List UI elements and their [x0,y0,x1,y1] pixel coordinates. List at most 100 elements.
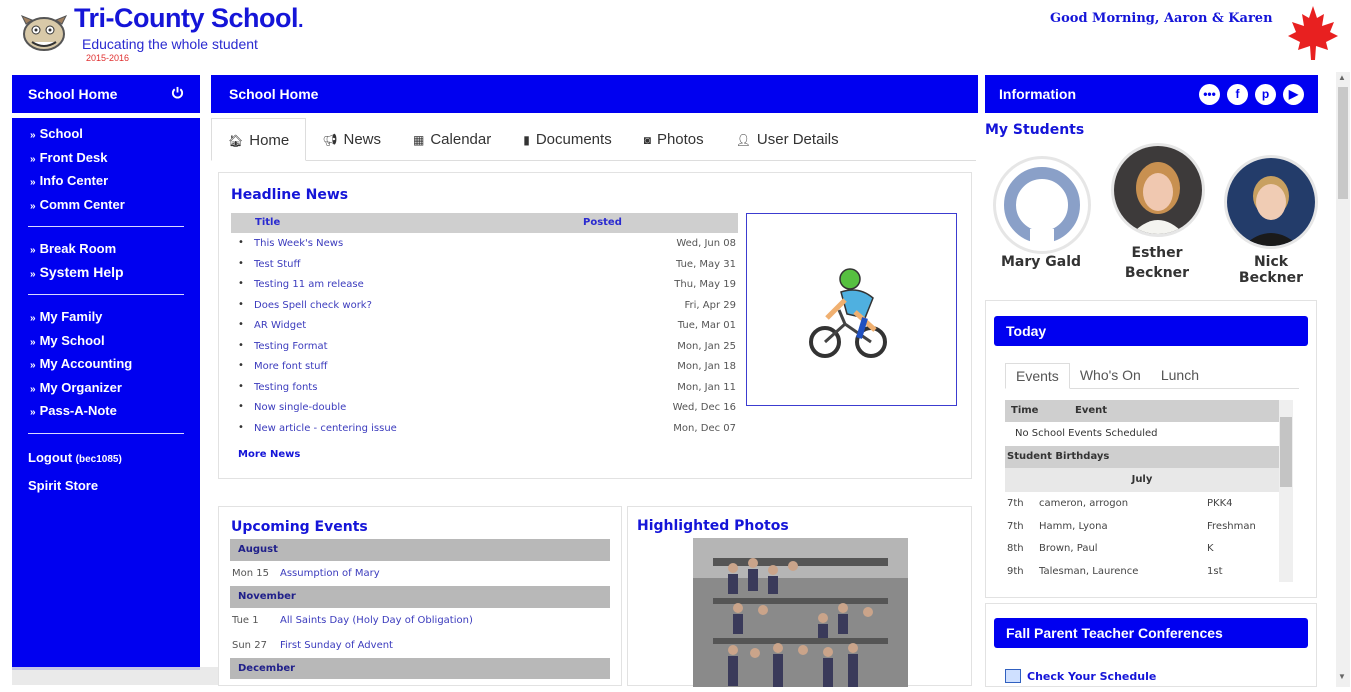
nav-my-accounting[interactable]: » My Accounting [12,352,200,376]
nav-front-desk[interactable]: » Front Desk [12,146,200,170]
no-events-text: No School Events Scheduled [1015,428,1158,439]
left-sidebar-header: School Home [12,75,200,113]
student-photo[interactable] [1111,143,1205,237]
news-item[interactable]: • Testing Format Mon, Jan 25 [238,337,736,358]
more-icon[interactable]: ••• [1199,83,1220,105]
news-col-posted: Posted [583,217,622,228]
information-header: Information ••• f p ▶ [985,75,1318,113]
nav-divider [28,432,184,434]
col-event: Event [1075,405,1108,416]
birthday-row: 7th cameron, arrogon PKK4 [1007,498,1233,509]
nav-my-school[interactable]: » My School [12,329,200,353]
student-name[interactable]: Esther Beckner [1107,243,1207,283]
tab-events[interactable]: Events [1005,363,1070,389]
event-month: November [230,586,610,608]
nav-my-organizer[interactable]: » My Organizer [12,376,200,400]
event-month: December [230,658,610,679]
nav-comm-center[interactable]: » Comm Center [12,193,200,217]
event-row[interactable]: Tue 1 All Saints Day (Holy Day of Obligat… [230,608,610,633]
student-name[interactable]: Mary Gald [991,254,1091,270]
tab-news[interactable]: 📢︎ News [306,118,397,161]
news-item[interactable]: • New article - centering issue Mon, Dec 0… [238,419,736,440]
highlighted-photo[interactable] [693,538,908,687]
events-list: August Mon 15 Assumption of Mary November… [230,539,610,679]
check-schedule-link[interactable]: Check Your Schedule [1005,669,1156,683]
news-item[interactable]: • AR Widget Tue, Mar 01 [238,316,736,337]
tab-photos[interactable]: ◙ Photos [628,118,720,161]
nav-break-room[interactable]: » Break Room [12,237,200,261]
tab-home[interactable]: 🏠︎ Home [211,118,307,161]
today-scroll-thumb[interactable] [1280,417,1292,487]
news-item[interactable]: • Testing fonts Mon, Jan 11 [238,378,736,399]
news-item[interactable]: • More font stuff Mon, Jan 18 [238,357,736,378]
today-table-header: Time Event [1005,400,1279,422]
page-scroll-thumb[interactable] [1338,87,1348,199]
event-month: August [230,539,610,561]
information-title: Information [999,86,1076,102]
scroll-down-arrow-icon[interactable]: ▼ [1338,672,1346,681]
school-logo[interactable] [18,6,70,58]
nav-divider [28,294,184,295]
calendar-icon [1005,669,1021,683]
home-icon: 🏠︎ [228,134,244,148]
upcoming-events-title: Upcoming Events [231,519,368,535]
student-avatar[interactable] [993,156,1091,254]
school-tagline: Educating the whole student [82,36,258,52]
student-photo[interactable] [1224,155,1318,249]
event-row[interactable]: Sun 27 First Sunday of Advent [230,633,610,658]
birthday-month: July [1005,468,1279,492]
highlighted-photos-title: Highlighted Photos [637,518,789,534]
news-item[interactable]: • Now single-double Wed, Dec 16 [238,398,736,419]
birthday-row: 8th Brown, Paul K [1007,543,1214,554]
logout-link[interactable]: Logout (bec1085) [12,444,200,472]
col-time: Time [1011,405,1039,416]
power-icon[interactable] [171,86,184,102]
news-item[interactable]: • Testing 11 am release Thu, May 19 [238,275,736,296]
nav-pass-a-note[interactable]: » Pass-A-Note [12,399,200,423]
birthdays-label: Student Birthdays [1005,446,1279,468]
news-image-cyclist[interactable] [746,213,957,406]
facebook-icon[interactable]: f [1227,83,1248,105]
school-year: 2015-2016 [86,53,130,63]
center-title: School Home [229,86,319,102]
left-sidebar-title: School Home [28,86,118,102]
megaphone-icon: 📢︎ [322,133,338,147]
left-sidebar-nav: » School » Front Desk » Info Center » Comm C… [12,118,200,670]
nav-divider [28,226,184,227]
scroll-up-arrow-icon[interactable]: ▲ [1338,73,1346,82]
event-row[interactable]: Mon 15 Assumption of Mary [230,561,610,586]
youtube-icon[interactable]: ▶ [1283,83,1304,105]
document-icon: ▮ [523,133,530,147]
nav-info-center[interactable]: » Info Center [12,169,200,193]
news-item[interactable]: • Does Spell check work? Fri, Apr 29 [238,296,736,317]
tab-whos-on[interactable]: Who's On [1070,363,1151,389]
calendar-icon: ▦ [413,133,425,147]
today-header: Today [994,316,1308,346]
today-table: Time Event No School Events Scheduled St… [1005,400,1279,582]
user-icon: 👤︎ [735,133,751,147]
news-item[interactable]: • Test Stuff Tue, May 31 [238,255,736,276]
news-col-title: Title [255,217,281,228]
tab-documents[interactable]: ▮ Documents [507,118,627,161]
nav-system-help[interactable]: » System Help [12,261,200,285]
nav-my-family[interactable]: » My Family [12,305,200,329]
birthday-row: 9th Talesman, Laurence 1st [1007,565,1223,577]
news-list: • This Week's News Wed, Jun 08 • Test Stuff… [238,234,736,439]
nav-school[interactable]: » School [12,122,200,146]
pinterest-icon[interactable]: p [1255,83,1276,105]
news-table-header: Title Posted [231,213,738,233]
spirit-store-link[interactable]: Spirit Store [12,472,200,500]
more-news-link[interactable]: More News [238,449,300,460]
tab-calendar[interactable]: ▦ Calendar [397,118,507,161]
news-item[interactable]: • This Week's News Wed, Jun 08 [238,234,736,255]
center-header: School Home [211,75,978,113]
today-tabs: Events Who's On Lunch [1005,363,1299,389]
conferences-header: Fall Parent Teacher Conferences [994,618,1308,648]
main-tabs: 🏠︎ Home 📢︎ News ▦ Calendar ▮ Documents ◙ Phot… [211,118,976,161]
headline-news-title: Headline News [231,187,349,203]
greeting: Good Morning, Aaron & Karen [1050,11,1273,26]
student-name[interactable]: Nick Beckner [1221,254,1321,286]
tab-user-details[interactable]: 👤︎ User Details [720,118,855,161]
tab-lunch[interactable]: Lunch [1151,363,1209,389]
my-students-title: My Students [985,122,1085,138]
